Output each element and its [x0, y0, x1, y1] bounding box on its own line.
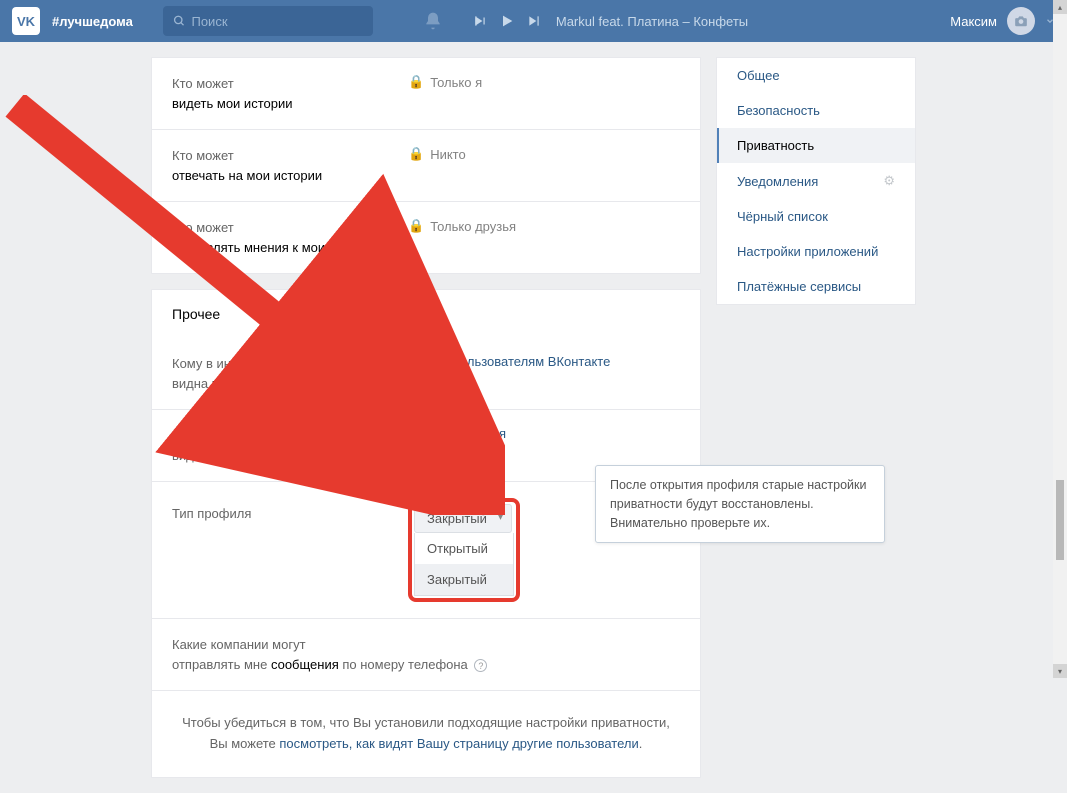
- scroll-up-button[interactable]: ▴: [1053, 0, 1067, 14]
- sidemenu-app-settings[interactable]: Настройки приложений: [717, 234, 915, 269]
- page-scrollbar[interactable]: ▴ ▾: [1053, 0, 1067, 678]
- setting-label: Кто можетотвечать на мои истории: [172, 146, 408, 185]
- setting-page-visibility[interactable]: Кому в интернетевидна моя страница Тольк…: [152, 338, 700, 410]
- sidemenu-privacy[interactable]: Приватность: [717, 128, 915, 163]
- setting-company-messages[interactable]: Какие компании могутотправлять мне сообщ…: [152, 619, 700, 691]
- camera-icon: [1014, 14, 1028, 28]
- prev-track-icon[interactable]: [473, 14, 487, 28]
- setting-value: 🔒Никто: [408, 146, 466, 162]
- preview-privacy-link[interactable]: посмотреть, как видят Вашу страницу друг…: [279, 736, 638, 751]
- setting-label: Кто можетвидеть мои истории: [172, 74, 408, 113]
- profile-type-dropdown-highlight: Закрытый Открытый Закрытый: [408, 498, 520, 602]
- play-icon[interactable]: [499, 13, 515, 29]
- lock-icon: 🔒: [408, 74, 424, 90]
- setting-value: Только пользователям ВКонтакте: [408, 354, 610, 369]
- profile-type-dropdown[interactable]: Закрытый: [414, 504, 512, 533]
- setting-value: 🔒Только я: [408, 74, 482, 90]
- setting-value: 🔒Только друзья: [408, 218, 516, 234]
- settings-side-menu: Общее Безопасность Приватность Уведомлен…: [716, 57, 916, 305]
- gear-icon: ⚙: [883, 173, 895, 189]
- sidemenu-notifications[interactable]: Уведомления⚙: [717, 163, 915, 199]
- help-icon[interactable]: ?: [474, 659, 487, 672]
- username: Максим: [950, 14, 997, 29]
- search-icon: [173, 14, 186, 28]
- search-box[interactable]: [163, 6, 373, 36]
- stories-privacy-card: Кто можетвидеть мои истории 🔒Только я Кт…: [151, 57, 701, 274]
- dropdown-option-closed[interactable]: Закрытый: [415, 564, 513, 595]
- search-input[interactable]: [191, 14, 362, 29]
- setting-label: Какие компании могутотправлять мне сообщ…: [172, 635, 680, 674]
- sidemenu-blacklist[interactable]: Чёрный список: [717, 199, 915, 234]
- setting-label: Кто можетотправлять мнения к моим истори…: [172, 218, 408, 257]
- setting-stories-feedback[interactable]: Кто можетотправлять мнения к моим истори…: [152, 202, 700, 273]
- sidemenu-general[interactable]: Общее: [717, 58, 915, 93]
- avatar: [1007, 7, 1035, 35]
- lock-icon: 🔒: [408, 146, 424, 162]
- lock-icon: 🔒: [408, 218, 424, 234]
- privacy-preview-note: Чтобы убедиться в том, что Вы установили…: [152, 691, 700, 777]
- setting-stories-view[interactable]: Кто можетвидеть мои истории 🔒Только я: [152, 58, 700, 130]
- dropdown-option-open[interactable]: Открытый: [415, 533, 513, 564]
- dropdown-options: Открытый Закрытый: [414, 533, 514, 596]
- setting-stories-reply[interactable]: Кто можетотвечать на мои истории 🔒Никто: [152, 130, 700, 202]
- scroll-down-button[interactable]: ▾: [1053, 664, 1067, 678]
- now-playing-track[interactable]: Markul feat. Платина – Конфеты: [556, 14, 748, 29]
- setting-label: Кому в интернетевидна моя страница: [172, 354, 408, 393]
- user-menu[interactable]: Максим: [950, 7, 1055, 35]
- next-track-icon[interactable]: [527, 14, 541, 28]
- scroll-thumb[interactable]: [1056, 480, 1064, 560]
- top-header: VK #лучшедома Markul feat. Платина – Кон…: [0, 0, 1067, 42]
- audio-player: Markul feat. Платина – Конфеты: [473, 13, 950, 29]
- section-title: Прочее: [152, 290, 700, 338]
- header-hashtag[interactable]: #лучшедома: [52, 14, 133, 29]
- profile-type-tooltip: После открытия профиля старые настройки …: [595, 465, 885, 543]
- setting-label: Какие обновлениявидят в новостях мои дру…: [172, 426, 408, 465]
- sidemenu-security[interactable]: Безопасность: [717, 93, 915, 128]
- setting-value: Все обновления: [408, 426, 506, 441]
- setting-label: Тип профиля: [172, 498, 408, 524]
- sidemenu-payment[interactable]: Платёжные сервисы: [717, 269, 915, 304]
- vk-logo[interactable]: VK: [12, 7, 40, 35]
- notifications-icon[interactable]: [423, 11, 443, 31]
